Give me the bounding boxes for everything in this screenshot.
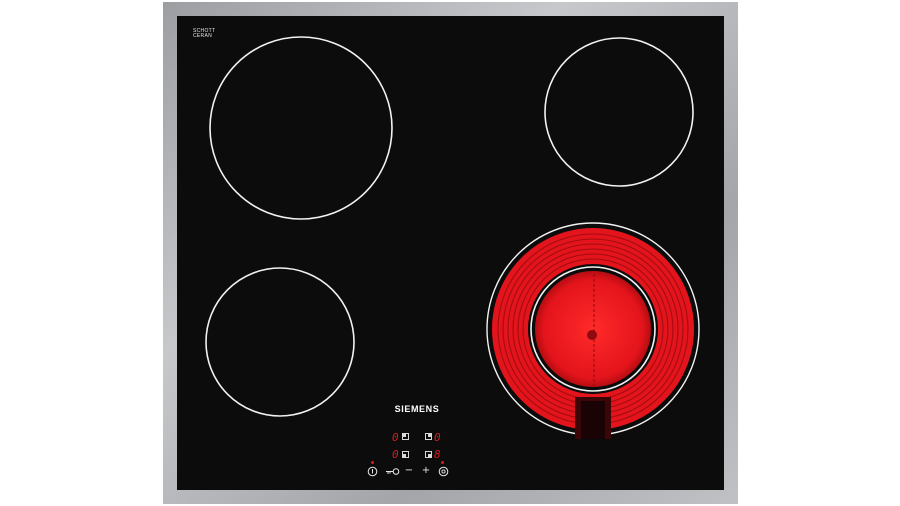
zone-indicator-front-right-icon (425, 451, 432, 458)
display-front-right: 8 (434, 448, 441, 461)
plus-button[interactable]: + (420, 466, 432, 476)
display-back-left: 0 (392, 431, 399, 444)
display-back-right: 0 (434, 431, 441, 444)
zone-indicator-back-right-icon (425, 433, 432, 440)
power-indicator-led (371, 461, 374, 464)
brand-logo: SIEMENS (394, 404, 440, 414)
zone-indicator-back-left-icon (402, 433, 409, 440)
key-lock-icon[interactable] (384, 467, 400, 479)
cooktop (163, 2, 738, 504)
glass-logo: SCHOTT CERAN (193, 29, 215, 40)
timer-indicator-led (441, 461, 444, 464)
timer-icon[interactable] (437, 466, 449, 480)
minus-button[interactable]: − (403, 466, 415, 476)
glass-logo-line2: CERAN (193, 33, 213, 39)
power-icon[interactable] (366, 466, 378, 480)
display-front-left: 0 (392, 448, 399, 461)
zone-indicator-front-left-icon (402, 451, 409, 458)
